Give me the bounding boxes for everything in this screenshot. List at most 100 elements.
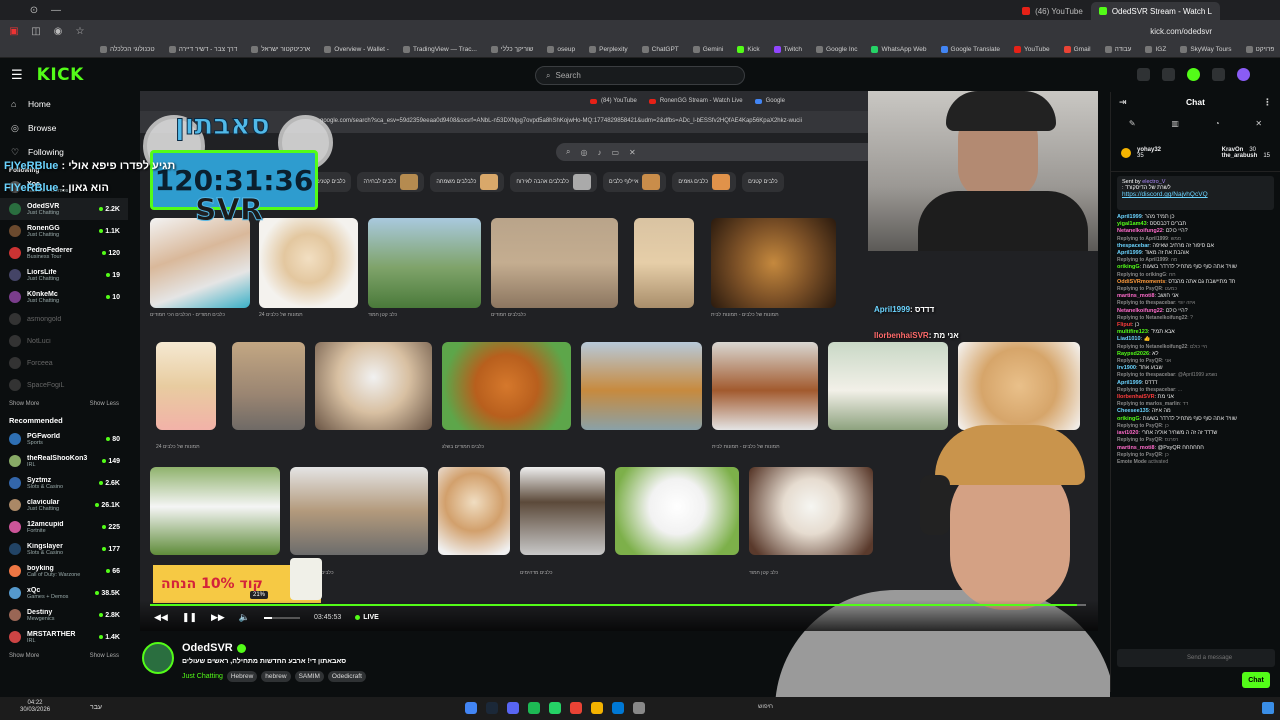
stream-category[interactable]: Just Chatting xyxy=(182,673,223,680)
url-field[interactable]: kick.com/odedsvr xyxy=(1150,27,1212,36)
bookmark-item[interactable]: Kick xyxy=(737,46,760,53)
stream-tag[interactable]: hebrew xyxy=(261,671,291,682)
webcam-chat-message: April1999: דדדס xyxy=(874,305,935,314)
sword-icon[interactable]: ✕ xyxy=(1255,119,1262,128)
recommended-channel[interactable]: boyking Call of Duty: Warzone 66 xyxy=(0,560,128,582)
recommended-channel[interactable]: Kingslayer Slots & Casino 177 xyxy=(0,538,128,560)
pinned-link[interactable]: https://discord.gg/NajvhQcVQ xyxy=(1122,191,1208,198)
following-channel[interactable]: RonenGG Just Chatting 1.1K xyxy=(0,220,128,242)
app-icon[interactable] xyxy=(507,702,519,714)
sidebar-item-home[interactable]: ⌂ Home xyxy=(0,92,128,116)
bookmark-item[interactable]: Gmail xyxy=(1063,46,1091,53)
bookmark-item[interactable]: YouTube xyxy=(1014,46,1050,53)
bookmark-item[interactable]: עבודה xyxy=(1104,46,1131,53)
rewind-icon[interactable]: ◀◀ xyxy=(154,612,168,623)
hamburger-menu-icon[interactable]: ☰ xyxy=(11,67,23,83)
recommended-channel[interactable]: MRSTARTHER IRL 1.4K xyxy=(0,626,128,648)
bookmark-item[interactable]: TradingView — Trac... xyxy=(402,46,477,53)
bookmark-star-icon[interactable]: ☆ xyxy=(74,26,86,37)
sidebar-item-browse[interactable]: ◎ Browse xyxy=(0,116,128,140)
bookmark-item[interactable]: טכנולוגי הכלכלה xyxy=(100,46,155,53)
bookmark-item[interactable]: Overview - Wallet - xyxy=(324,46,389,53)
trash-icon[interactable]: ▥ xyxy=(1171,119,1179,128)
offline-channel[interactable]: SpaceFogiL xyxy=(0,374,128,396)
pin-icon[interactable]: ✎ xyxy=(1129,119,1136,128)
following-channel[interactable]: LiorsLife Just Chatting 19 xyxy=(0,264,128,286)
following-channel[interactable]: OdedSVR Just Chatting 2.2K xyxy=(0,198,128,220)
bookmark-item[interactable]: WhatsApp Web xyxy=(871,46,927,53)
user-avatar[interactable] xyxy=(1237,68,1250,81)
recommended-channel[interactable]: theRealShooKon3 IRL 149 xyxy=(0,450,128,472)
inbox-icon[interactable] xyxy=(1212,68,1225,81)
recommended-channel[interactable]: PGFworld Sports 80 xyxy=(0,428,128,450)
recommended-channel[interactable]: xQc Games + Demos 38.5K xyxy=(0,582,128,604)
bookmark-item[interactable]: פרויקט xyxy=(1245,46,1274,53)
show-more-button[interactable]: Show More xyxy=(9,401,39,407)
language-indicator[interactable]: עבר xyxy=(90,704,102,711)
recommended-channel[interactable]: 12amcupid Fortnite 225 xyxy=(0,516,128,538)
app-icon[interactable] xyxy=(612,702,624,714)
volume-slider[interactable] xyxy=(264,616,300,619)
kick-coin-icon[interactable] xyxy=(1187,68,1200,81)
app-icon[interactable] xyxy=(591,702,603,714)
tab-kick-stream[interactable]: OdedSVR Stream - Watch L xyxy=(1090,2,1220,20)
send-chat-button[interactable]: Chat xyxy=(1242,672,1270,688)
bookmark-item[interactable]: ChatGPT xyxy=(641,46,679,53)
show-less-button[interactable]: Show Less xyxy=(90,653,119,659)
bookmark-item[interactable]: SkyWay Tours xyxy=(1180,46,1232,53)
clock[interactable]: 04:22 30/03/2026 xyxy=(20,700,50,714)
clips-icon[interactable] xyxy=(1137,68,1150,81)
chat-menu-icon[interactable]: ⋮ xyxy=(1263,97,1272,108)
forward-icon[interactable]: ▶▶ xyxy=(211,612,225,623)
search-input[interactable]: ⌕ Search xyxy=(535,66,745,85)
screenshot-icon[interactable]: ◫ xyxy=(30,26,42,37)
bookmark-item[interactable]: שוריקך כללי xyxy=(490,46,533,53)
tab-youtube[interactable]: (46) YouTube xyxy=(1014,2,1091,20)
windows-start-icon[interactable] xyxy=(1262,702,1274,714)
offline-channel[interactable]: Forceea xyxy=(0,352,128,374)
chat-input[interactable]: Send a message xyxy=(1117,649,1275,667)
volume-icon[interactable]: 🔈 xyxy=(239,612,250,623)
bookmark-item[interactable]: Google Inc xyxy=(816,46,857,53)
message-icon[interactable]: ◔ xyxy=(1215,119,1220,128)
app-icon[interactable] xyxy=(486,702,498,714)
chrome-menu-icon[interactable]: ⊙ xyxy=(28,5,40,16)
offline-channel[interactable]: asmongold xyxy=(0,308,128,330)
taskbar-search[interactable]: חיפוש xyxy=(758,704,773,710)
bookmark-item[interactable]: Perplexity xyxy=(589,46,628,53)
bookmark-item[interactable]: ארכיטקטור ישראל xyxy=(251,46,310,53)
channel-avatar[interactable] xyxy=(142,642,174,674)
bookmark-item[interactable]: דרך צבר - דשיר דיירה xyxy=(168,46,237,53)
following-channel[interactable]: K0nkeMc Just Chatting 10 xyxy=(0,286,128,308)
following-channel[interactable]: PedroFederer Business Tour 120 xyxy=(0,242,128,264)
bookmark-item[interactable]: Twitch xyxy=(773,46,802,53)
collapse-chat-icon[interactable]: ⇥ xyxy=(1119,97,1127,108)
kick-logo[interactable]: KICK xyxy=(37,65,84,85)
extension-icon[interactable]: ▣ xyxy=(8,26,20,37)
profile-icon[interactable]: ◉ xyxy=(52,26,64,37)
pause-icon[interactable]: ❚❚ xyxy=(182,612,197,623)
recommended-channel[interactable]: Destiny Mewgenics 2.8K xyxy=(0,604,128,626)
channel-name[interactable]: OdedSVR xyxy=(182,642,233,654)
app-icon[interactable] xyxy=(633,702,645,714)
app-icon[interactable] xyxy=(549,702,561,714)
bookmark-item[interactable]: Google Translate xyxy=(940,46,1000,53)
recommended-channel[interactable]: clavicular Just Chatting 26.1K xyxy=(0,494,128,516)
progress-bar[interactable] xyxy=(150,604,1086,606)
notifications-icon[interactable] xyxy=(1162,68,1175,81)
stream-tag[interactable]: Odedicraft xyxy=(327,671,366,682)
app-icon[interactable] xyxy=(528,702,540,714)
app-icon[interactable] xyxy=(570,702,582,714)
stream-tag[interactable]: SAMIM xyxy=(294,671,324,682)
show-less-button[interactable]: Show Less xyxy=(90,401,119,407)
show-more-button[interactable]: Show More xyxy=(9,653,39,659)
pinned-message[interactable]: Sent by electro_V : לשרת של הדיסקורד htt… xyxy=(1117,176,1274,210)
offline-channel[interactable]: NotLuci xyxy=(0,330,128,352)
bookmark-item[interactable]: oseup xyxy=(547,46,575,53)
stream-tag[interactable]: Hebrew xyxy=(226,671,258,682)
bookmark-item[interactable]: Gemini xyxy=(692,46,723,53)
app-icon[interactable] xyxy=(465,702,477,714)
minimize-icon[interactable]: — xyxy=(50,5,62,16)
bookmark-item[interactable]: IGZ xyxy=(1145,46,1166,53)
recommended-channel[interactable]: Syztmz Slots & Casino 2.6K xyxy=(0,472,128,494)
